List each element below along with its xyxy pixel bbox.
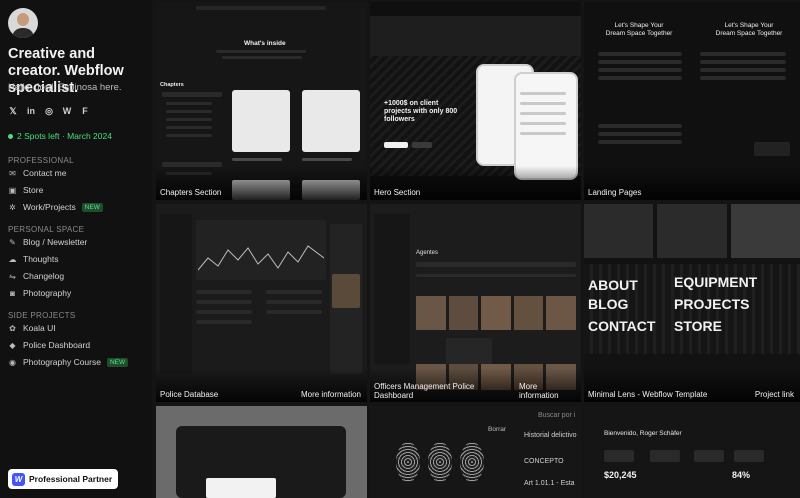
koala-icon: ✿ — [9, 323, 16, 333]
nav-police-dashboard[interactable]: ◆ Police Dashboard — [8, 340, 90, 350]
webflow-logo-icon: W — [12, 472, 25, 486]
landing-heading-left: Let's Shape Your Dream Space Together — [605, 22, 673, 37]
store-icon: ▣ — [8, 185, 17, 195]
tile-officers-management[interactable]: Agentes Officers Management Police Dashb… — [370, 204, 581, 402]
nav-photography[interactable]: ◙ Photography — [8, 288, 71, 298]
tile-label: Minimal Lens - Webflow Template — [588, 390, 708, 399]
nav-work-projects[interactable]: ✲ Work/Projects NEW — [8, 202, 103, 212]
tile-koala-ui[interactable] — [156, 406, 367, 498]
professional-partner-badge[interactable]: W Professional Partner — [8, 469, 119, 489]
nav-blog[interactable]: ✎ Blog / Newsletter — [8, 237, 87, 247]
chapters-heading: What's inside — [244, 40, 286, 47]
section-title-side: SIDE PROJECTS — [8, 311, 76, 320]
chart-sparkline — [198, 245, 324, 271]
dashboard-stat-percent: 84% — [732, 470, 751, 480]
changelog-icon: ⇋ — [9, 271, 16, 281]
nav-thoughts[interactable]: ☁ Thoughts — [8, 254, 59, 264]
officers-panel-title: Agentes — [416, 250, 439, 256]
nav-photography-course[interactable]: ◉ Photography Course NEW — [8, 357, 129, 367]
social-links: 𝕏 in ◎ W F — [8, 106, 90, 116]
tile-minimal-lens[interactable]: ABOUT BLOG CONTACT EQUIPMENT PROJECTS ST… — [584, 204, 800, 402]
police-icon: ◆ — [9, 340, 16, 350]
tile-label: Officers Management Police Dashboard — [374, 382, 475, 400]
dashboard-welcome: Bienvenido, Roger Schäfer — [604, 430, 682, 437]
tile-police-database[interactable]: Police Database More information — [156, 204, 367, 402]
dashboard-stat-revenue: $20,245 — [604, 470, 637, 480]
lens-thumbnails — [584, 204, 800, 258]
nav-store[interactable]: ▣ Store — [8, 185, 44, 195]
nav-changelog[interactable]: ⇋ Changelog — [8, 271, 64, 281]
avatar[interactable] — [8, 8, 38, 38]
availability-status: 2 Spots left · March 2024 — [8, 131, 112, 141]
police-search: Buscar por i — [538, 412, 576, 419]
police-history: Historial delictivo — [524, 432, 577, 439]
section-title-professional: PROFESSIONAL — [8, 156, 74, 165]
tile-landing-pages[interactable]: Let's Shape Your Dream Space Together Le… — [584, 2, 800, 200]
webflow-icon[interactable]: W — [62, 106, 72, 116]
contact-icon: ✉ — [9, 168, 16, 178]
projects-grid: What's inside Chapters Chapters Section … — [156, 2, 800, 498]
more-information-link[interactable]: More information — [519, 382, 559, 400]
chapters-side-title: Chapters — [160, 82, 184, 88]
instagram-icon[interactable]: ◎ — [44, 106, 54, 116]
sidebar: Creative and creator. Webflow specialist… — [0, 0, 152, 498]
section-title-personal: PERSONAL SPACE — [8, 225, 85, 234]
tile-hero-section[interactable]: +1000$ on client projects with only 800 … — [370, 2, 581, 200]
officer-photos-row — [416, 296, 576, 330]
tile-label: Landing Pages — [588, 188, 642, 197]
course-icon: ◉ — [9, 357, 16, 367]
profile-greeting: Hello, Jordi Espinosa here. — [8, 82, 122, 93]
word-store: STORE — [674, 318, 722, 334]
thoughts-icon: ☁ — [8, 254, 17, 264]
twitter-icon[interactable]: 𝕏 — [8, 106, 18, 116]
more-information-link[interactable]: More information — [301, 390, 361, 399]
tile-police-fingerprints[interactable]: Buscar por i Borrar Historial delictivo … — [370, 406, 581, 498]
nav-koala-ui[interactable]: ✿ Koala UI — [8, 323, 55, 333]
blog-icon: ✎ — [9, 237, 16, 247]
new-badge: NEW — [81, 202, 103, 212]
tile-label: Police Database — [160, 390, 219, 399]
new-badge: NEW — [106, 357, 129, 367]
word-about: ABOUT — [588, 277, 638, 293]
tile-dashboard[interactable]: Bienvenido, Roger Schäfer $20,245 84% — [584, 406, 800, 498]
status-dot-icon — [8, 133, 13, 139]
word-equipment: EQUIPMENT — [674, 274, 758, 290]
camera-icon: ◙ — [10, 288, 15, 298]
tile-chapters-section[interactable]: What's inside Chapters Chapters Section — [156, 2, 367, 200]
landing-heading-right: Let's Shape Your Dream Space Together — [715, 22, 783, 37]
linkedin-icon[interactable]: in — [26, 106, 36, 116]
tile-label: Chapters Section — [160, 188, 222, 197]
word-contact: CONTACT — [588, 318, 656, 334]
nav-contact[interactable]: ✉ Contact me — [8, 168, 66, 178]
word-projects: PROJECTS — [674, 296, 750, 312]
project-link[interactable]: Project link — [755, 390, 794, 399]
police-concept: CONCEPTO — [524, 458, 564, 465]
projects-icon: ✲ — [9, 202, 16, 212]
hero-headline: +1000$ on client projects with only 800 … — [384, 100, 458, 123]
framer-icon[interactable]: F — [80, 106, 90, 116]
word-blog: BLOG — [588, 296, 629, 312]
police-article: Art 1.01.1 - Esta — [524, 480, 575, 487]
tile-label: Hero Section — [374, 188, 421, 197]
police-erase: Borrar — [488, 426, 507, 433]
